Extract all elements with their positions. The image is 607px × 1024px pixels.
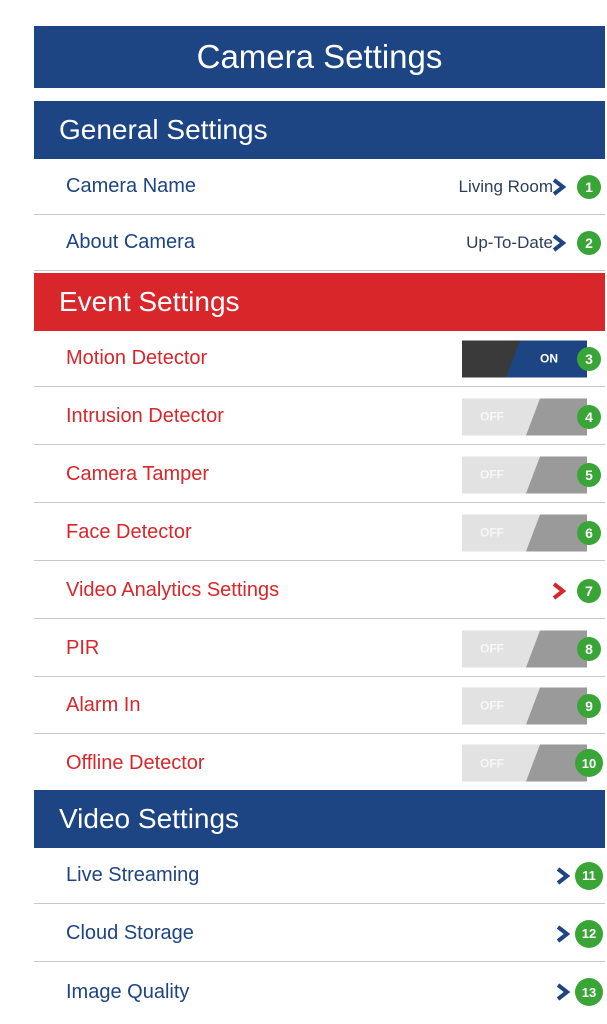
callout-badge: 9 [577, 693, 601, 718]
chevron-right-icon[interactable] [551, 233, 567, 252]
callout-badge: 7 [577, 578, 601, 603]
row-cloud-storage[interactable]: Cloud Storage 12 [34, 906, 605, 962]
row-live-streaming[interactable]: Live Streaming 11 [34, 848, 605, 904]
row-camera-tamper: Camera Tamper OFF 5 [34, 447, 605, 503]
toggle-state: OFF [480, 409, 504, 424]
row-about-camera[interactable]: About Camera Up-To-Date 2 [34, 215, 605, 271]
intrusion-detector-toggle[interactable]: OFF [462, 398, 587, 435]
chevron-right-icon[interactable] [551, 177, 567, 196]
row-label: Camera Name [66, 175, 197, 197]
row-motion-detector: Motion Detector ON 3 [34, 331, 605, 387]
alarm-in-toggle[interactable]: OFF [462, 687, 587, 724]
chevron-right-icon[interactable] [555, 866, 571, 885]
row-label: Cloud Storage [66, 922, 194, 944]
motion-detector-toggle[interactable]: ON [462, 340, 587, 377]
camera-settings-panel: Camera Settings General Settings Camera … [34, 0, 605, 1024]
chevron-right-icon[interactable] [555, 924, 571, 943]
callout-badge: 12 [575, 919, 603, 948]
row-label: Alarm In [66, 694, 141, 716]
chevron-right-icon[interactable] [551, 581, 567, 600]
row-intrusion-detector: Intrusion Detector OFF 4 [34, 389, 605, 445]
callout-badge: 11 [575, 861, 603, 890]
row-image-quality[interactable]: Image Quality 13 [34, 964, 605, 1020]
callout-badge: 1 [577, 174, 601, 199]
about-camera-value: Up-To-Date [466, 232, 553, 252]
toggle-state: OFF [480, 641, 504, 656]
row-label: Camera Tamper [66, 463, 210, 485]
callout-badge: 6 [577, 520, 601, 545]
callout-badge: 8 [577, 636, 601, 661]
toggle-state: OFF [480, 467, 504, 482]
row-offline-detector: Offline Detector OFF 10 [34, 735, 605, 791]
callout-badge: 2 [577, 230, 601, 255]
row-pir: PIR OFF 8 [34, 621, 605, 677]
row-label: PIR [66, 637, 100, 659]
toggle-state: OFF [480, 756, 504, 770]
row-label: Intrusion Detector [66, 405, 224, 427]
section-header-video: Video Settings [34, 790, 605, 848]
pir-toggle[interactable]: OFF [462, 630, 587, 667]
toggle-state: ON [540, 351, 558, 366]
row-label: Face Detector [66, 521, 192, 543]
row-label: Video Analytics Settings [66, 579, 280, 601]
callout-badge: 10 [575, 749, 603, 777]
callout-badge: 13 [575, 978, 603, 1006]
page-title: Camera Settings [34, 26, 605, 88]
row-label: Image Quality [66, 980, 190, 1003]
camera-name-value: Living Room [458, 176, 554, 196]
offline-detector-toggle[interactable]: OFF [462, 744, 587, 782]
section-header-general: General Settings [34, 101, 605, 159]
callout-badge: 5 [577, 462, 601, 487]
section-header-event: Event Settings [34, 273, 605, 331]
toggle-state: OFF [480, 698, 504, 713]
callout-badge: 4 [577, 404, 601, 429]
camera-tamper-toggle[interactable]: OFF [462, 456, 587, 493]
row-camera-name[interactable]: Camera Name Living Room 1 [34, 159, 605, 215]
callout-badge: 3 [577, 346, 601, 371]
row-label: About Camera [66, 231, 195, 253]
row-label: Live Streaming [66, 864, 200, 886]
row-label: Motion Detector [66, 347, 208, 369]
chevron-right-icon[interactable] [555, 983, 571, 1001]
toggle-state: OFF [480, 525, 504, 540]
row-alarm-in: Alarm In OFF 9 [34, 678, 605, 734]
face-detector-toggle[interactable]: OFF [462, 514, 587, 551]
row-label: Offline Detector [66, 751, 205, 774]
row-video-analytics-settings[interactable]: Video Analytics Settings 7 [34, 563, 605, 619]
row-face-detector: Face Detector OFF 6 [34, 505, 605, 561]
